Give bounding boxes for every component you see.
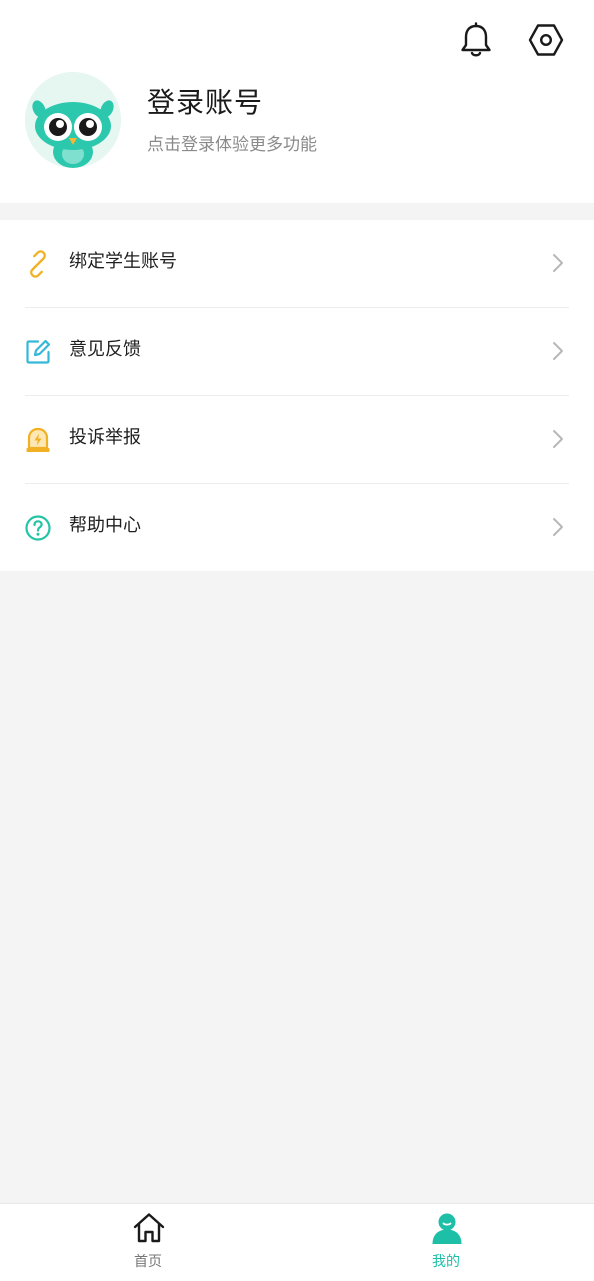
owl-mascot-icon (25, 72, 121, 168)
menu-item-label: 意见反馈 (69, 339, 141, 360)
menu-list: 绑定学生账号 意见反馈 投诉举报 帮助中心 (0, 220, 594, 571)
chevron-right-icon (553, 342, 563, 360)
tab-home-label: 首页 (134, 1254, 162, 1270)
avatar[interactable] (25, 72, 121, 168)
menu-item-bind-student-account[interactable]: 绑定学生账号 (0, 220, 594, 308)
user-icon (430, 1211, 464, 1245)
bottom-tab-bar: 首页 我的 (0, 1203, 594, 1281)
settings-gear-icon[interactable] (526, 20, 566, 60)
login-hint-text: 点击登录体验更多功能 (147, 135, 317, 155)
profile-header: 登录账号 点击登录体验更多功能 (0, 0, 594, 203)
tab-mine[interactable]: 我的 (386, 1204, 506, 1280)
tab-home[interactable]: 首页 (88, 1204, 208, 1280)
tab-mine-label: 我的 (432, 1254, 460, 1270)
menu-item-complaint-report[interactable]: 投诉举报 (0, 396, 594, 484)
chevron-right-icon (553, 254, 563, 272)
link-icon (24, 250, 52, 278)
menu-item-label: 绑定学生账号 (69, 251, 177, 272)
login-account-title[interactable]: 登录账号 (147, 84, 263, 122)
menu-item-label: 帮助中心 (69, 515, 141, 536)
home-icon (132, 1211, 166, 1245)
notification-bell-icon[interactable] (456, 20, 496, 60)
edit-icon (24, 338, 52, 366)
chevron-right-icon (553, 518, 563, 536)
menu-item-help-center[interactable]: 帮助中心 (0, 484, 594, 572)
help-icon (24, 514, 52, 542)
chevron-right-icon (553, 430, 563, 448)
alarm-icon (24, 426, 52, 454)
menu-item-feedback[interactable]: 意见反馈 (0, 308, 594, 396)
menu-item-label: 投诉举报 (69, 427, 141, 448)
